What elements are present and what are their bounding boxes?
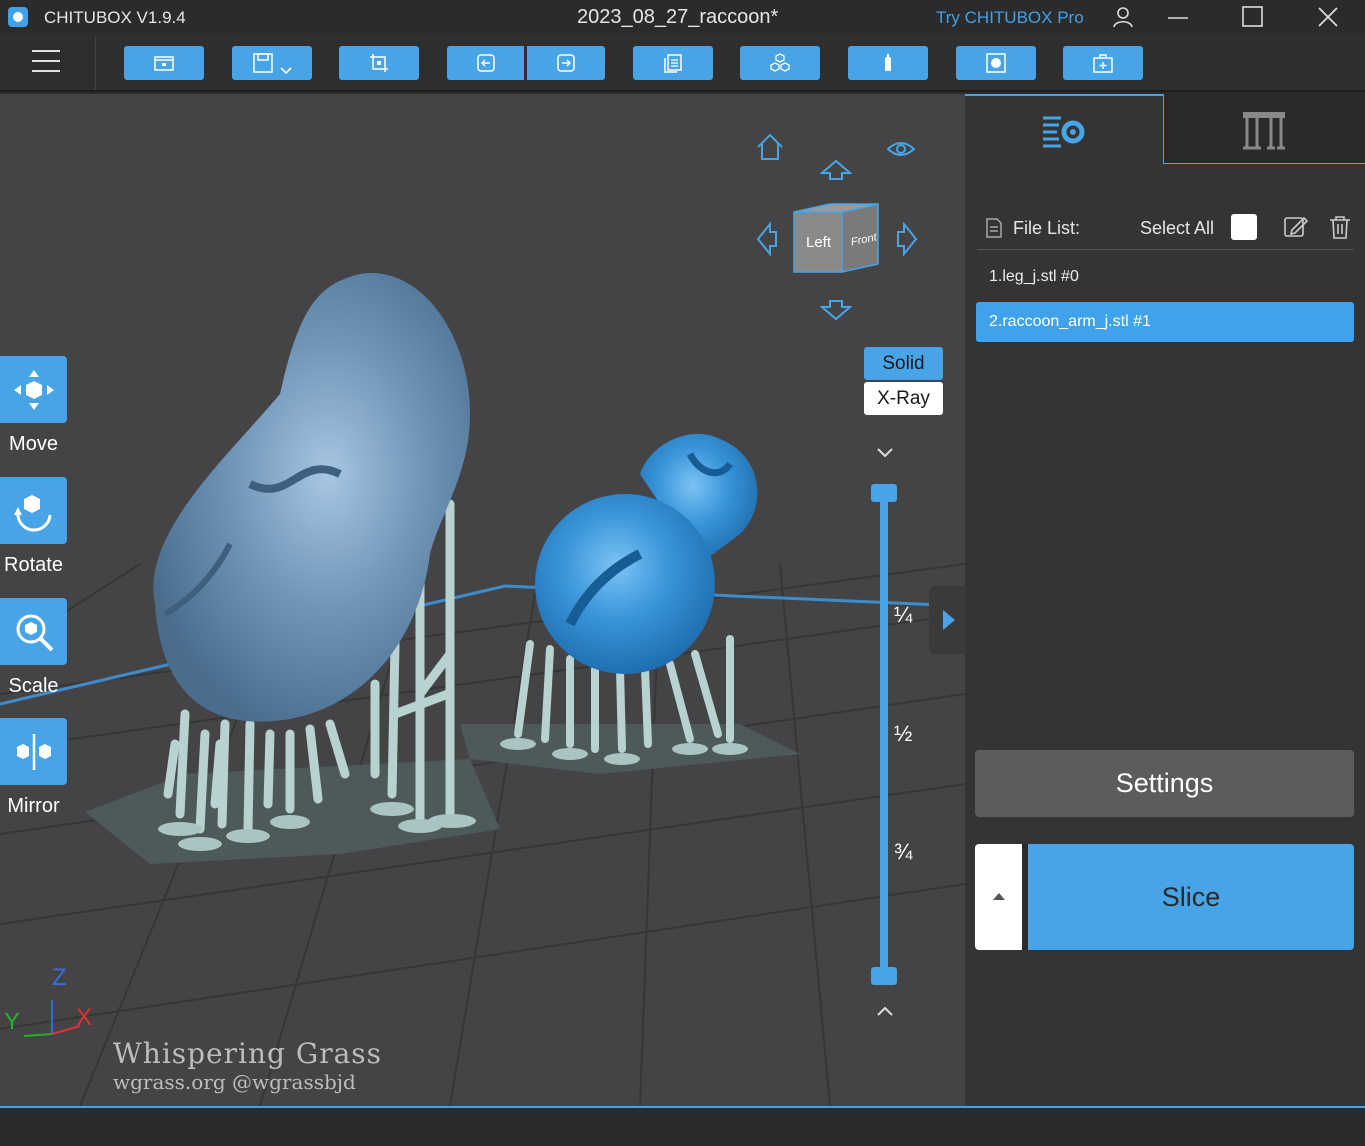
file-list-label: File List: (1013, 218, 1081, 238)
file-list-icon (986, 218, 1002, 238)
slice-control: Slice (975, 844, 1354, 950)
maximize-icon[interactable] (1240, 4, 1266, 30)
slider-mark-three-quarter: ¾ (894, 839, 913, 864)
array-icon (770, 53, 790, 72)
redo-icon (557, 54, 575, 72)
menu-icon[interactable] (32, 50, 60, 74)
view-cube[interactable]: Left Front (792, 202, 880, 274)
save-button[interactable] (232, 46, 312, 80)
select-all-checkbox[interactable] (1231, 214, 1257, 240)
view-top-arrow-icon[interactable] (819, 159, 853, 186)
tab-support-settings[interactable] (1164, 94, 1365, 164)
mirror-icon (16, 733, 51, 770)
layer-slider-top-handle[interactable] (871, 484, 897, 502)
move-tool-button[interactable] (0, 356, 67, 423)
xray-mode-button[interactable]: X-Ray (864, 382, 943, 415)
slider-mark-half: ½ (894, 721, 913, 746)
app-name: CHITUBOX V1.9.4 (44, 8, 186, 27)
rotate-tool[interactable]: Rotate (0, 477, 67, 577)
view-bottom-arrow-icon[interactable] (819, 299, 853, 326)
open-file-button[interactable] (124, 46, 204, 80)
copy-button[interactable] (633, 46, 713, 80)
support-icon (885, 54, 891, 71)
add-drain-button[interactable] (1063, 46, 1143, 80)
view-home-icon[interactable] (755, 132, 785, 167)
hollow-icon (986, 53, 1006, 73)
mirror-tool-button[interactable] (0, 718, 67, 785)
mirror-tool[interactable]: Mirror (0, 718, 67, 818)
model-arm-ball (535, 494, 715, 674)
chevron-down-icon (280, 67, 292, 75)
scale-tool-label: Scale (8, 675, 59, 697)
rotate-tool-button[interactable] (0, 477, 67, 544)
edit-icon[interactable] (1283, 214, 1309, 240)
caret-up-icon (993, 893, 1005, 900)
slider-collapse-chevron-icon[interactable] (875, 446, 895, 465)
hollow-button[interactable] (956, 46, 1036, 80)
undo-button[interactable] (447, 46, 524, 80)
chitubox-logo-icon (8, 7, 28, 27)
minimize-icon[interactable] (1166, 4, 1192, 30)
layer-slider-bottom-handle[interactable] (871, 967, 897, 985)
rotate-tool-label: Rotate (4, 554, 63, 576)
visibility-eye-icon[interactable] (886, 138, 916, 165)
file-item[interactable]: 1.leg_j.stl #0 (976, 257, 1354, 297)
user-icon[interactable] (1110, 4, 1136, 30)
move-icon (13, 369, 54, 410)
solid-mode-button[interactable]: Solid (864, 347, 943, 380)
add-drain-icon (1093, 54, 1113, 73)
slider-mark-quarter: ¼ (894, 602, 913, 627)
close-icon[interactable] (1315, 4, 1341, 30)
try-pro-link[interactable]: Try CHITUBOX Pro (936, 8, 1084, 28)
delete-icon[interactable] (1327, 214, 1353, 240)
view-cube-left-face: Left (806, 234, 832, 251)
slice-button[interactable]: Slice (1028, 844, 1354, 950)
main-toolbar (0, 34, 1365, 92)
rotate-icon (13, 494, 51, 531)
support-button[interactable] (848, 46, 928, 80)
toolbar-divider (95, 36, 96, 90)
scale-tool[interactable]: Scale (0, 598, 67, 698)
document-title: 2023_08_27_raccoon* (577, 6, 779, 28)
slice-options-button[interactable] (975, 844, 1022, 950)
layer-slider-track[interactable] (880, 491, 888, 977)
watermark: Whispering Grass wgrass.org @wgrassbjd (113, 1037, 382, 1094)
axis-y-label: Y (4, 1008, 21, 1035)
file-list-header: File List: Select All (977, 208, 1354, 250)
select-all-label: Select All (1140, 218, 1215, 238)
redo-button[interactable] (527, 46, 605, 80)
scale-icon (16, 614, 53, 651)
file-item-selected[interactable]: 2.raccoon_arm_j.stl #1 (976, 302, 1354, 342)
status-bar (0, 1106, 1365, 1146)
axis-x-label: X (76, 1004, 93, 1031)
axis-z-label: Z (52, 964, 67, 991)
panel-collapse-tab[interactable] (929, 586, 965, 654)
title-bar: CHITUBOX V1.9.4 2023_08_27_raccoon* Try … (0, 0, 1365, 34)
undo-icon (476, 54, 495, 72)
right-panel: File List: Select All 1.leg_j.stl #0 2.r… (965, 94, 1365, 1106)
settings-button[interactable]: Settings (975, 750, 1354, 817)
watermark-title: Whispering Grass (113, 1037, 383, 1070)
tab-file-settings[interactable] (965, 94, 1164, 164)
3d-viewport[interactable]: Left Front Solid X-Ray ¼ ½ ¾ Move Rotate… (0, 94, 965, 1106)
supports-icon (1243, 112, 1285, 150)
mirror-tool-label: Mirror (7, 795, 60, 817)
slider-expand-chevron-icon[interactable] (875, 1004, 895, 1023)
build-plate-outline (0, 584, 965, 706)
chevron-right-icon (943, 610, 955, 630)
open-file-icon (154, 56, 174, 71)
scale-tool-button[interactable] (0, 598, 67, 665)
axis-indicator: Z Y X (4, 962, 104, 1042)
save-icon (253, 53, 273, 73)
list-settings-icon (1043, 116, 1085, 148)
auto-layout-icon (370, 54, 388, 72)
auto-layout-button[interactable] (339, 46, 419, 80)
move-tool-label: Move (9, 433, 58, 455)
array-button[interactable] (740, 46, 820, 80)
view-left-arrow-icon[interactable] (756, 221, 778, 261)
view-right-arrow-icon[interactable] (896, 221, 918, 261)
copy-icon (664, 54, 682, 73)
watermark-subtitle: wgrass.org @wgrassbjd (113, 1070, 356, 1094)
move-tool[interactable]: Move (0, 356, 67, 456)
